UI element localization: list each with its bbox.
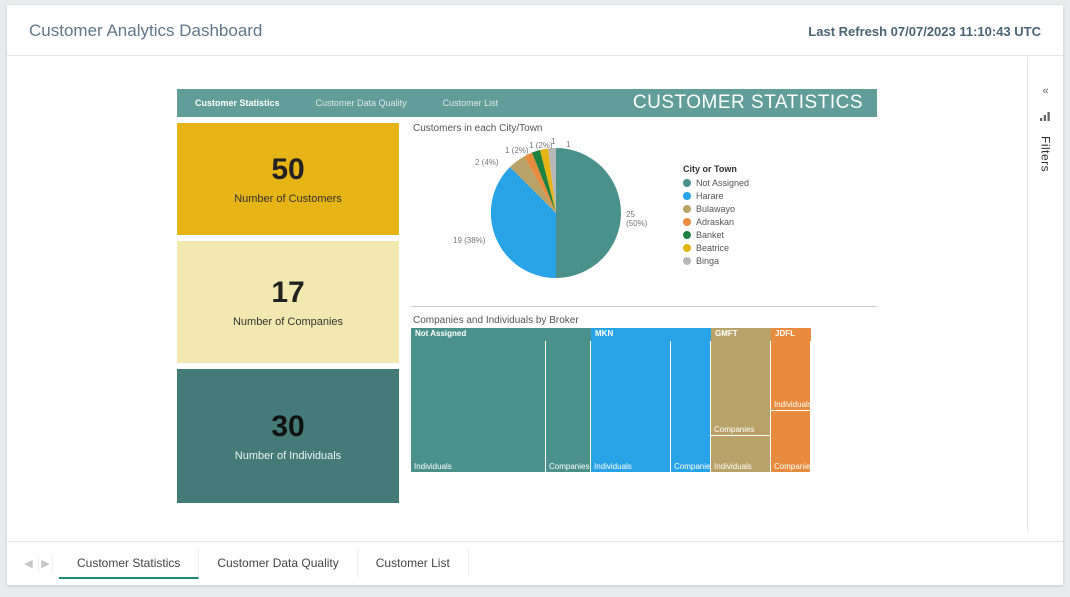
legend-item[interactable]: Beatrice bbox=[683, 243, 749, 253]
report-canvas: Customer Statistics Customer Data Qualit… bbox=[177, 89, 877, 503]
pie-legend: City or Town Not Assigned Harare Bulaway… bbox=[683, 164, 749, 269]
pie-label-bulawayo: 2 (4%) bbox=[475, 158, 499, 167]
report-body: Customer Statistics Customer Data Qualit… bbox=[7, 57, 1027, 531]
legend-title: City or Town bbox=[683, 164, 749, 174]
legend-item[interactable]: Bulawayo bbox=[683, 204, 749, 214]
section-tab-customer-list[interactable]: Customer List bbox=[425, 98, 517, 108]
treemap-cell[interactable]: Individuals bbox=[411, 341, 546, 473]
pie-label-binga: 1 bbox=[566, 140, 570, 149]
kpi-label: Number of Companies bbox=[233, 316, 343, 328]
kpi-label: Number of Customers bbox=[234, 193, 342, 205]
page-tab-customer-data-quality[interactable]: Customer Data Quality bbox=[199, 549, 357, 579]
kpi-card-companies[interactable]: 17 Number of Companies bbox=[177, 241, 399, 363]
kpi-card-customers[interactable]: 50 Number of Customers bbox=[177, 123, 399, 235]
treemap-cell[interactable]: Companies bbox=[671, 341, 711, 473]
treemap-cell-label: Companies bbox=[674, 462, 714, 471]
kpi-card-individuals[interactable]: 30 Number of Individuals bbox=[177, 369, 399, 503]
filters-label[interactable]: Filters bbox=[1039, 136, 1053, 172]
treemap-cell-label: Companies bbox=[549, 462, 589, 471]
pie-label-not-assigned: 25 (50%) bbox=[626, 210, 651, 228]
pie-label-banket: 1 (2%) bbox=[529, 141, 553, 150]
treemap-group-not-assigned: Not Assigned bbox=[411, 328, 591, 341]
pie-chart[interactable]: 25 (50%) 19 (38%) 2 (4%) 1 (2%) 1 (2%) 1… bbox=[411, 136, 877, 307]
expand-pane-icon[interactable]: « bbox=[1042, 85, 1048, 97]
treemap-group-jdfl: JDFL bbox=[771, 328, 811, 341]
pie-label-harare: 19 (38%) bbox=[453, 236, 485, 245]
treemap-cell[interactable]: Companies bbox=[546, 341, 591, 473]
treemap-cell-label: Individuals bbox=[594, 462, 632, 471]
last-refresh: Last Refresh 07/07/2023 11:10:43 UTC bbox=[808, 24, 1041, 39]
chart-title-pie: Customers in each City/Town bbox=[413, 123, 877, 134]
pie-chart-plot: 25 (50%) 19 (38%) 2 (4%) 1 (2%) 1 (2%) 1… bbox=[411, 136, 651, 296]
treemap-cell-label: Companies bbox=[714, 425, 754, 434]
refresh-label: Last Refresh bbox=[808, 24, 887, 39]
section-tab-customer-statistics[interactable]: Customer Statistics bbox=[177, 98, 298, 108]
kpi-value: 50 bbox=[271, 153, 304, 187]
filters-pane: « Filters bbox=[1027, 57, 1063, 531]
page-tabs: ◀ ▶ Customer Statistics Customer Data Qu… bbox=[7, 541, 1063, 585]
kpi-value: 17 bbox=[271, 276, 304, 310]
pie-label-beatrice: 1 bbox=[551, 137, 555, 146]
filters-icon[interactable] bbox=[1040, 109, 1052, 124]
app-window: Customer Analytics Dashboard Last Refres… bbox=[7, 5, 1063, 585]
legend-item[interactable]: Binga bbox=[683, 256, 749, 266]
treemap-cell-label: Individuals bbox=[414, 462, 452, 471]
page-tab-customer-statistics[interactable]: Customer Statistics bbox=[59, 549, 199, 579]
refresh-timestamp: 07/07/2023 11:10:43 UTC bbox=[891, 24, 1041, 39]
treemap-group-mkn: MKN bbox=[591, 328, 711, 341]
treemap-cell[interactable]: Individuals bbox=[771, 341, 811, 411]
treemap-cell-label: Individuals bbox=[714, 462, 752, 471]
charts-column: Customers in each City/Town bbox=[399, 117, 877, 503]
treemap-cell[interactable]: Companies bbox=[711, 341, 771, 436]
page-title: Customer Analytics Dashboard bbox=[29, 21, 262, 41]
section-title: CUSTOMER STATISTICS bbox=[633, 92, 877, 114]
pie-label-adraskan: 1 (2%) bbox=[505, 146, 529, 155]
header-bar: Customer Analytics Dashboard Last Refres… bbox=[7, 5, 1063, 56]
section-nav: Customer Statistics Customer Data Qualit… bbox=[177, 89, 877, 117]
legend-item[interactable]: Harare bbox=[683, 191, 749, 201]
page-tab-customer-list[interactable]: Customer List bbox=[358, 549, 469, 579]
kpi-column: 50 Number of Customers 17 Number of Comp… bbox=[177, 123, 399, 503]
legend-item[interactable]: Adraskan bbox=[683, 217, 749, 227]
kpi-value: 30 bbox=[271, 410, 304, 444]
kpi-label: Number of Individuals bbox=[235, 450, 341, 462]
legend-item[interactable]: Not Assigned bbox=[683, 178, 749, 188]
treemap-cell[interactable]: Individuals bbox=[711, 436, 771, 473]
treemap-group-gmft: GMFT bbox=[711, 328, 771, 341]
section-tab-customer-data-quality[interactable]: Customer Data Quality bbox=[298, 98, 425, 108]
chart-title-treemap: Companies and Individuals by Broker bbox=[413, 315, 877, 326]
legend-item[interactable]: Banket bbox=[683, 230, 749, 240]
treemap-cell-label: Individuals bbox=[774, 400, 812, 409]
next-page-icon[interactable]: ▶ bbox=[39, 555, 53, 573]
prev-page-icon[interactable]: ◀ bbox=[25, 555, 39, 573]
report-area: Customer Statistics Customer Data Qualit… bbox=[7, 57, 1063, 531]
treemap-cell[interactable]: Individuals bbox=[591, 341, 671, 473]
treemap-cell[interactable]: Companies bbox=[771, 411, 811, 473]
treemap-chart[interactable]: Not Assigned MKN GMFT JDFL Individuals C… bbox=[411, 328, 811, 473]
treemap-cell-label: Companies bbox=[774, 462, 814, 471]
